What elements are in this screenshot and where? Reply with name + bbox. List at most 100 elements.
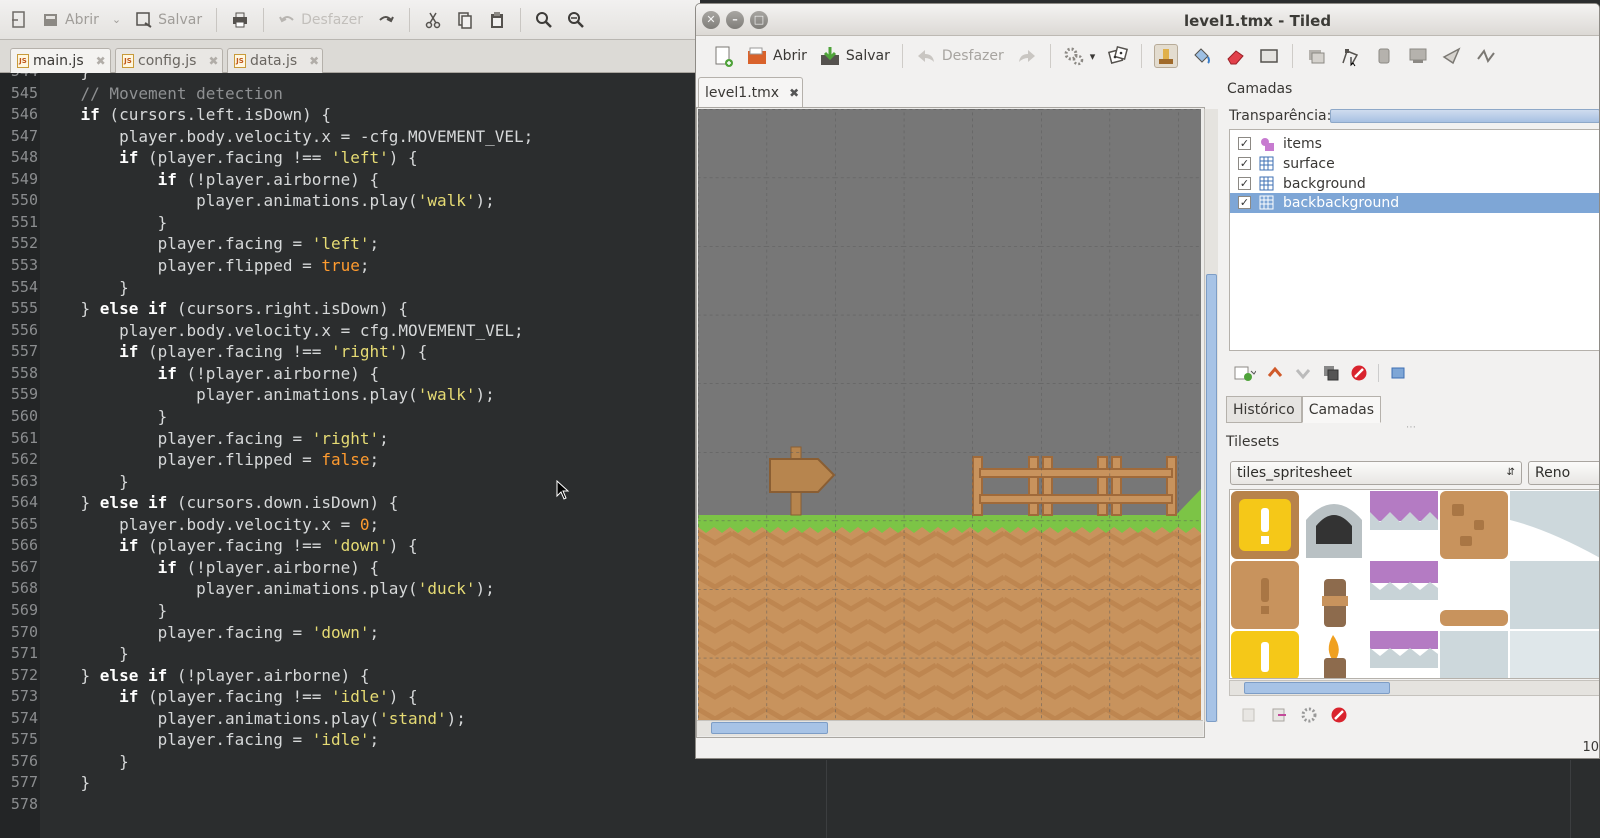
code-line[interactable]: } [42,772,91,794]
layer-properties-icon[interactable] [1389,364,1407,382]
code-line[interactable]: } [42,600,168,622]
map-horizontal-scrollbar[interactable] [697,720,1203,736]
scroll-thumb[interactable] [1206,274,1217,722]
code-line[interactable]: player.facing = 'left'; [42,233,380,255]
title-bar[interactable]: ✕ – □ level1.tmx - Tiled [696,4,1599,36]
close-icon[interactable]: ✖ [208,54,218,68]
opacity-slider[interactable] [1330,109,1599,123]
code-line[interactable]: player.animations.play('walk'); [42,190,495,212]
document-tab-level1[interactable]: level1.tmx ✖ [698,77,803,107]
tab-config-js[interactable]: JS config.js ✖ [115,48,223,73]
open-button[interactable]: Abrir [746,45,807,67]
chevron-down-icon[interactable]: ▾ [1090,50,1096,63]
paste-button[interactable] [488,11,506,29]
code-line[interactable]: player.flipped = false; [42,449,380,471]
visibility-checkbox[interactable]: ✓ [1238,177,1251,191]
code-line[interactable]: } [42,212,168,234]
code-line[interactable]: if (player.facing !== 'idle') { [42,686,418,708]
replace-button[interactable] [567,11,585,29]
insert-rectangle-tool[interactable] [1373,45,1395,67]
command-button[interactable]: ▾ [1063,45,1096,67]
rename-tileset-button[interactable]: Reno [1528,461,1599,485]
close-icon[interactable]: ✖ [309,54,319,68]
bucket-fill-tool[interactable] [1190,45,1212,67]
code-line[interactable]: player.body.velocity.x = -cfg.MOVEMENT_V… [42,126,533,148]
remove-tileset-icon[interactable] [1330,706,1348,724]
new-map-button[interactable] [712,45,734,67]
code-line[interactable]: // Movement detection [42,83,283,105]
code-line[interactable]: if (!player.airborne) { [42,169,380,191]
save-button[interactable]: Salvar [135,11,202,29]
code-line[interactable]: player.facing = 'idle'; [42,729,380,751]
close-icon[interactable]: ✖ [96,54,106,68]
save-button[interactable]: Salvar [819,45,890,67]
layer-item-backbackground[interactable]: ✓ backbackground [1230,193,1599,213]
code-line[interactable]: if (!player.airborne) { [42,363,380,385]
code-line[interactable]: } else if (cursors.right.isDown) { [42,298,409,320]
tileset-properties-icon[interactable] [1300,706,1318,724]
layer-item-items[interactable]: ✓ items [1230,134,1599,154]
rectangle-select-tool[interactable] [1258,45,1280,67]
code-line[interactable]: } [42,471,129,493]
code-line[interactable]: if (cursors.left.isDown) { [42,104,331,126]
code-line[interactable]: } [42,406,168,428]
code-line[interactable]: } [42,643,129,665]
print-button[interactable] [231,11,249,29]
tileset-grid[interactable] [1229,489,1599,679]
code-line[interactable]: player.facing = 'right'; [42,428,389,450]
layer-item-background[interactable]: ✓ background [1230,174,1599,194]
select-objects-tool[interactable] [1305,45,1327,67]
code-line[interactable]: } else if (cursors.down.isDown) { [42,492,399,514]
open-button[interactable]: Abrir ⌄ [42,11,121,29]
insert-polyline-tool[interactable] [1475,45,1497,67]
tab-history[interactable]: Histórico [1226,396,1302,423]
insert-polygon-tool[interactable] [1441,45,1463,67]
code-line[interactable]: if (player.facing !== 'down') { [42,535,418,557]
code-area[interactable]: } // Movement detection if (cursors.left… [40,73,700,838]
code-line[interactable]: if (!player.airborne) { [42,557,380,579]
new-tileset-icon[interactable] [1240,706,1258,724]
map-canvas[interactable] [698,109,1201,720]
code-line[interactable]: } [42,73,91,83]
code-line[interactable]: } [42,751,129,773]
eraser-tool[interactable] [1224,45,1246,67]
code-line[interactable]: player.facing = 'down'; [42,622,380,644]
new-file-button[interactable] [10,10,28,29]
random-mode-button[interactable] [1107,45,1129,67]
import-tileset-icon[interactable] [1270,706,1288,724]
code-line[interactable]: if (player.facing !== 'right') { [42,341,427,363]
dock-splitter-handle[interactable]: ⋯ [1406,422,1416,433]
chevron-down-icon[interactable]: ⌄ [112,13,121,26]
cut-button[interactable] [424,11,442,29]
close-icon[interactable]: ✖ [789,86,799,100]
redo-button[interactable] [377,11,395,29]
code-line[interactable]: player.body.velocity.x = cfg.MOVEMENT_VE… [42,320,524,342]
scroll-thumb[interactable] [1244,682,1390,694]
code-line[interactable]: player.animations.play('walk'); [42,384,495,406]
undo-button[interactable]: Desfazer [915,45,1004,67]
undo-button[interactable]: Desfazer [278,11,363,29]
layer-item-surface[interactable]: ✓ surface [1230,154,1599,174]
duplicate-layer-icon[interactable] [1322,364,1340,382]
insert-tile-tool[interactable] [1407,45,1429,67]
code-line[interactable]: } else if (!player.airborne) { [42,665,370,687]
tab-main-js[interactable]: JS main.js ✖ [10,48,111,73]
map-vertical-scrollbar[interactable] [1204,109,1218,722]
add-layer-icon[interactable] [1234,364,1256,382]
tileset-dropdown[interactable]: tiles_spritesheet ⇵ [1230,461,1522,485]
find-button[interactable] [535,11,553,29]
copy-button[interactable] [456,11,474,29]
code-line[interactable]: if (player.facing !== 'left') { [42,147,418,169]
visibility-checkbox[interactable]: ✓ [1238,137,1251,151]
redo-button[interactable] [1016,45,1038,67]
edit-polygons-tool[interactable] [1339,45,1361,67]
tab-layers[interactable]: Camadas [1301,396,1382,423]
code-line[interactable]: } [42,277,129,299]
raise-layer-icon[interactable] [1266,364,1284,382]
code-line[interactable]: player.flipped = true; [42,255,370,277]
remove-layer-icon[interactable] [1350,364,1368,382]
stamp-brush-tool[interactable] [1154,44,1179,68]
visibility-checkbox[interactable]: ✓ [1238,196,1251,210]
tab-data-js[interactable]: JS data.js ✖ [227,48,323,73]
tileset-horizontal-scrollbar[interactable] [1229,680,1599,696]
